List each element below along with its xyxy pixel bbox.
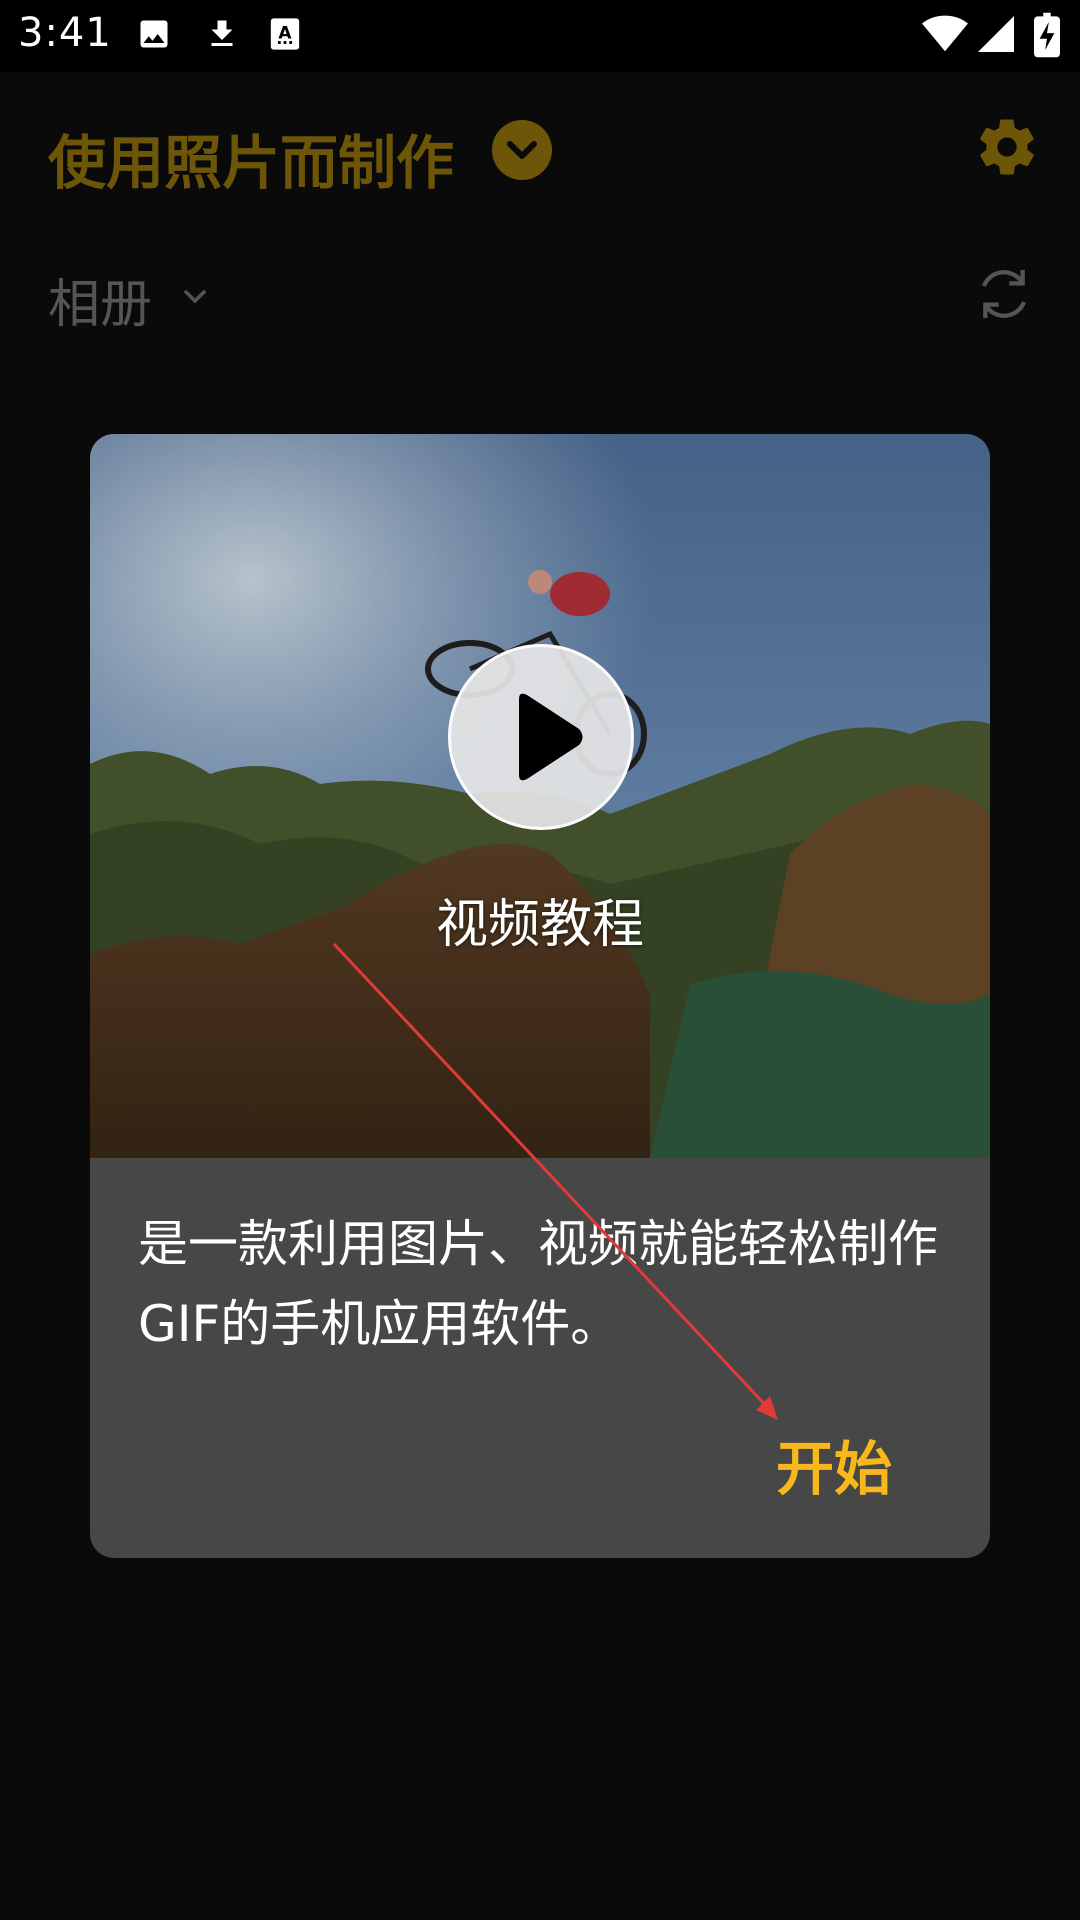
chevron-down-icon	[507, 141, 537, 159]
gear-icon[interactable]	[974, 114, 1040, 180]
svg-text:A: A	[278, 23, 292, 43]
text-icon: A	[270, 18, 300, 50]
video-tutorial-thumbnail[interactable]: 视频教程	[90, 434, 990, 1158]
status-bar: 3:41 A	[0, 0, 1080, 72]
album-selector-label[interactable]: 相册	[48, 262, 152, 337]
chevron-down-icon[interactable]	[180, 282, 210, 312]
status-time: 3:41	[18, 10, 112, 56]
battery-charging-icon	[1034, 12, 1060, 58]
play-button[interactable]	[448, 644, 634, 830]
app-description: 是一款利用图片、视频就能轻松制作GIF的手机应用软件。	[138, 1215, 938, 1353]
title-dropdown-button[interactable]	[492, 120, 552, 180]
start-button[interactable]: 开始	[776, 1422, 892, 1506]
page-title: 使用照片而制作	[48, 129, 455, 197]
intro-dialog: 视频教程 是一款利用图片、视频就能轻松制作GIF的手机应用软件。 开始	[90, 434, 990, 1558]
image-icon	[140, 20, 168, 48]
download-icon	[211, 20, 233, 46]
album-bar: 相册	[0, 232, 1080, 362]
play-icon	[519, 693, 583, 781]
app-header: 使用照片而制作	[0, 72, 1080, 232]
wifi-icon	[922, 15, 968, 52]
signal-icon	[978, 16, 1014, 52]
video-caption: 视频教程	[435, 895, 644, 955]
refresh-icon[interactable]	[972, 262, 1036, 326]
